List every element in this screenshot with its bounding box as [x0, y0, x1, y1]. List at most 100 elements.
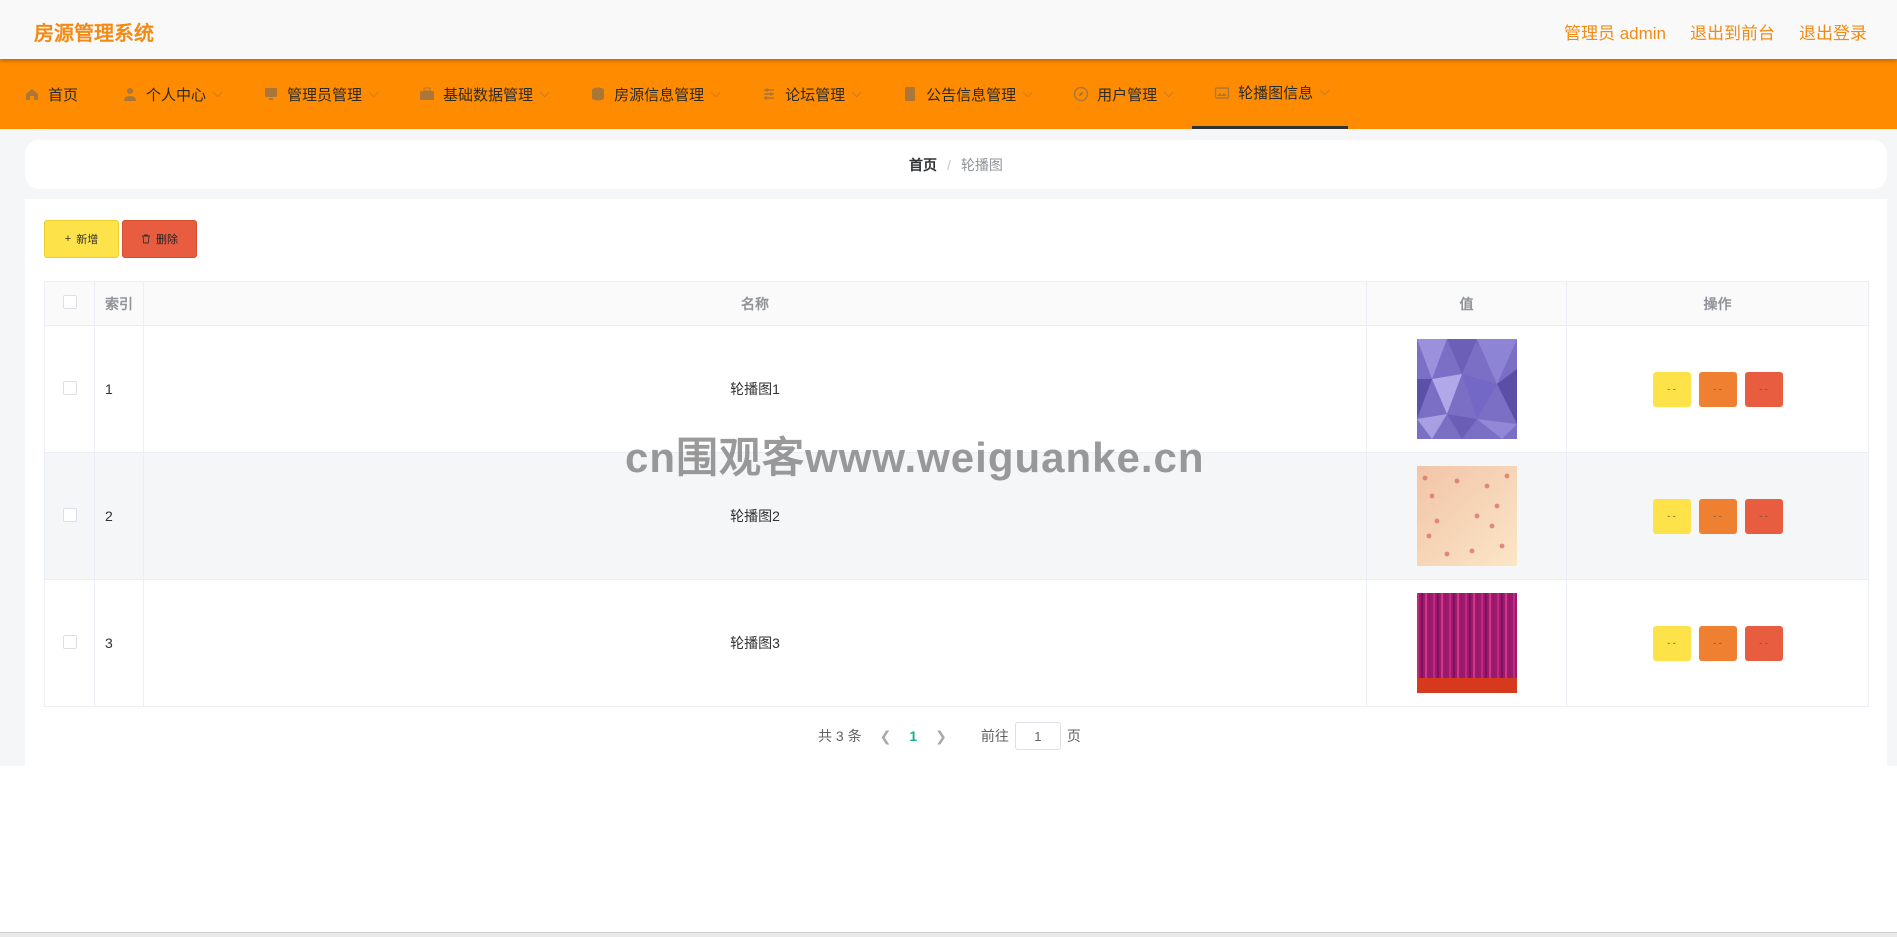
chevron-down-icon	[1163, 86, 1174, 97]
top-header: 房源管理系统 管理员 admin 退出到前台 退出登录	[0, 0, 1897, 59]
nav-item-0[interactable]: 首页	[0, 59, 100, 129]
row-index: 3	[94, 579, 144, 707]
edit-button[interactable]: - -	[1698, 498, 1737, 534]
trash-icon	[142, 234, 150, 244]
add-button-label: 新增	[76, 234, 99, 246]
chevron-down-icon	[851, 86, 862, 97]
breadcrumb-current: 轮播图	[960, 156, 1003, 173]
chevron-down-icon	[368, 86, 379, 97]
row-actions: - -- -- -	[1566, 579, 1869, 707]
select-all-checkbox[interactable]	[62, 295, 77, 309]
page-number-current[interactable]: 1	[909, 728, 917, 744]
nav-item-2[interactable]: 管理员管理	[241, 59, 397, 129]
chevron-down-icon	[1022, 86, 1033, 97]
nav-item-4[interactable]: 房源信息管理	[568, 59, 739, 129]
nav-item-7[interactable]: 用户管理	[1051, 59, 1192, 129]
document-icon	[905, 87, 916, 101]
next-page-icon[interactable]: ❯	[935, 728, 947, 745]
column-header-index: 索引	[94, 281, 144, 326]
table-header-row: 索引 名称 值 操作	[44, 281, 1869, 326]
header-links: 管理员 admin 退出到前台 退出登录	[1564, 19, 1867, 44]
select-all-header	[44, 281, 95, 326]
chevron-down-icon	[710, 86, 721, 97]
row-image-cell	[1366, 325, 1567, 453]
carousel-thumbnail	[1416, 339, 1517, 439]
nav-item-label: 公告信息管理	[926, 86, 1017, 104]
row-select-cell	[44, 452, 95, 580]
row-checkbox[interactable]	[62, 634, 77, 649]
pagination-total: 共 3 条	[818, 728, 862, 744]
column-header-actions: 操作	[1566, 281, 1869, 326]
goto-label: 前往	[980, 728, 1009, 744]
nav-item-3[interactable]: 基础数据管理	[397, 59, 568, 129]
nav-item-label: 轮播图信息	[1238, 85, 1314, 102]
exit-to-frontend-link[interactable]: 退出到前台	[1690, 19, 1775, 44]
row-delete-button[interactable]: - -	[1744, 625, 1783, 661]
table-row: 1 轮播图1- -- -- -	[44, 325, 1869, 453]
nav-item-label: 论坛管理	[785, 86, 846, 104]
app-title: 房源管理系统	[34, 23, 154, 45]
goto-page-input[interactable]	[1014, 722, 1061, 750]
chevron-down-icon	[212, 86, 223, 97]
table-row: 2 轮播图2- -- -- -	[44, 452, 1869, 580]
breadcrumb-separator: /	[947, 156, 951, 173]
nav-item-label: 用户管理	[1097, 86, 1158, 104]
row-select-cell	[44, 325, 95, 453]
monitor-icon	[265, 88, 278, 100]
goto-page: 前往 页	[981, 722, 1081, 750]
row-name: 轮播图2	[143, 452, 1367, 580]
table-row: 3 轮播图3- -- -- -	[44, 579, 1869, 707]
home-icon	[26, 89, 38, 100]
chevron-down-icon	[539, 86, 550, 97]
plus-icon: +	[64, 233, 72, 245]
view-button[interactable]: - -	[1652, 371, 1691, 407]
picture-icon	[1214, 86, 1230, 99]
row-index: 1	[94, 325, 144, 453]
add-button[interactable]: + 新增	[44, 220, 119, 258]
carousel-thumbnail	[1416, 593, 1517, 693]
row-name: 轮播图3	[143, 579, 1367, 707]
carousel-thumbnail	[1416, 466, 1517, 566]
nav-item-5[interactable]: 论坛管理	[739, 59, 880, 129]
nav-item-6[interactable]: 公告信息管理	[880, 59, 1051, 129]
edit-button[interactable]: - -	[1698, 625, 1737, 661]
row-delete-button[interactable]: - -	[1744, 371, 1783, 407]
nav-item-label: 管理员管理	[287, 86, 363, 104]
nav-item-label: 首页	[48, 86, 79, 104]
delete-button-label: 删除	[156, 234, 178, 246]
breadcrumb-home[interactable]: 首页	[909, 155, 937, 175]
nav-item-label: 基础数据管理	[443, 86, 534, 104]
row-select-cell	[44, 579, 95, 707]
row-image-cell	[1366, 452, 1567, 580]
delete-button[interactable]: 删除	[122, 220, 197, 258]
pagination: 共 3 条 ❮ 1 ❯ 前往 页	[818, 722, 1081, 750]
carousel-table: 索引 名称 值 操作 1 轮播图1- -- -- -2 轮播图2- -- -- -3…	[44, 281, 1869, 707]
briefcase-icon	[420, 87, 435, 100]
row-delete-button[interactable]: - -	[1744, 498, 1783, 534]
breadcrumb: 首页 / 轮播图	[25, 140, 1887, 189]
view-button[interactable]: - -	[1652, 498, 1691, 534]
nav-item-8[interactable]: 轮播图信息	[1192, 59, 1349, 129]
edit-button[interactable]: - -	[1698, 371, 1737, 407]
admin-account-link[interactable]: 管理员 admin	[1564, 19, 1666, 44]
row-name: 轮播图1	[143, 325, 1367, 453]
nav-item-label: 房源信息管理	[614, 86, 705, 104]
logout-link[interactable]: 退出登录	[1799, 19, 1867, 44]
column-header-value: 值	[1366, 281, 1567, 326]
row-index: 2	[94, 452, 144, 580]
user-icon	[124, 88, 137, 101]
sliders-icon	[764, 88, 775, 100]
row-image-cell	[1366, 579, 1567, 707]
goto-suffix: 页	[1066, 728, 1081, 744]
nav-item-1[interactable]: 个人中心	[100, 59, 241, 129]
main-nav: 首页 个人中心 管理员管理 基础数据管理 房源信息管理 论坛管理 公告信息管理 用户管理 轮播图…	[0, 59, 1897, 129]
row-checkbox[interactable]	[62, 507, 77, 522]
nav-item-label: 个人中心	[146, 86, 207, 104]
window-bottom-edge	[0, 932, 1897, 937]
prev-page-icon[interactable]: ❮	[880, 728, 892, 745]
chevron-down-icon	[1319, 85, 1330, 96]
database-icon	[592, 87, 605, 101]
row-checkbox[interactable]	[62, 380, 77, 395]
view-button[interactable]: - -	[1652, 625, 1691, 661]
row-actions: - -- -- -	[1566, 325, 1869, 453]
